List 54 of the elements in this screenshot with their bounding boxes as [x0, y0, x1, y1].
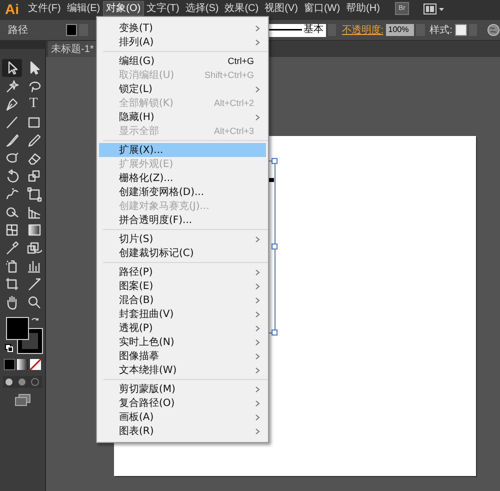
opacity-link[interactable]: 不透明度: — [342, 23, 384, 37]
menu-item[interactable]: 扩展(X)... — [99, 143, 266, 157]
workspace-layout-icon[interactable] — [422, 3, 445, 15]
fill-swatch[interactable] — [66, 24, 78, 36]
default-colors-icon[interactable] — [4, 344, 12, 352]
selection-tool-icon[interactable] — [2, 59, 22, 77]
menu-item[interactable]: 创建渐变网格(D)... — [99, 185, 266, 199]
menu-item[interactable]: 排列(A) — [99, 35, 266, 49]
document-tab[interactable]: 未标题-1* — [48, 41, 97, 57]
menu-bar-item[interactable]: 对象(O) — [103, 1, 144, 16]
menu-item[interactable]: 隐藏(H) — [99, 110, 266, 124]
menu-item[interactable]: 图案(E) — [99, 279, 266, 293]
menu-bar-item[interactable]: 选择(S) — [182, 1, 222, 16]
menu-item[interactable]: 画板(A) — [99, 410, 266, 424]
menu-bar-item[interactable]: 文字(T) — [144, 1, 182, 16]
globe-icon[interactable] — [486, 23, 500, 37]
menu-item[interactable]: 实时上色(N) — [99, 335, 266, 349]
menu-item[interactable]: 图像描摹 — [99, 349, 266, 363]
app-logo: Ai — [5, 1, 19, 17]
menu-item[interactable]: 变换(T) — [99, 21, 266, 35]
object-type-label: 路径 — [8, 24, 28, 37]
menu-item[interactable]: 文本绕排(W) — [99, 363, 266, 377]
menu-item[interactable]: 创建裁切标记(C) — [99, 246, 266, 260]
opacity-field[interactable]: 100% — [386, 24, 414, 36]
menu-bar-item[interactable]: 编辑(E) — [64, 1, 104, 16]
menu-item[interactable]: 图表(R) — [99, 424, 266, 438]
menu-bar-item[interactable]: 效果(C) — [222, 1, 262, 16]
menu-item[interactable]: 路径(P) — [99, 265, 266, 279]
stroke-color-swatch[interactable] — [18, 329, 42, 353]
menu-bar-item[interactable]: 窗口(W) — [300, 1, 344, 16]
menu-item[interactable]: 封套扭曲(V) — [99, 307, 266, 321]
menu-item[interactable]: 锁定(L) — [99, 82, 266, 96]
draw-inside-icon[interactable] — [30, 377, 41, 387]
menu-item[interactable]: 剪切蒙版(M) — [99, 382, 266, 396]
color-mode-icon[interactable] — [4, 359, 15, 370]
draw-normal-icon[interactable] — [4, 377, 15, 387]
style-swatch[interactable] — [455, 24, 467, 36]
menu-item[interactable]: 切片(S) — [99, 232, 266, 246]
menu-item[interactable]: 复合路径(O) — [99, 396, 266, 410]
menu-item[interactable]: 混合(B) — [99, 293, 266, 307]
menu-bar-item[interactable]: 帮助(H) — [343, 1, 383, 16]
menu-bar-item[interactable]: 文件(F) — [25, 1, 64, 16]
menu-bar-item[interactable]: 视图(V) — [262, 1, 301, 16]
style-label: 样式: — [430, 24, 452, 37]
gradient-mode-icon[interactable] — [17, 359, 28, 370]
menu-item[interactable]: 透视(P) — [99, 321, 266, 335]
menu-item[interactable]: 编组(G) Ctrl+G — [99, 54, 266, 68]
menu-item[interactable]: 拼合透明度(F)... — [99, 213, 266, 227]
type-tool-icon[interactable]: T — [24, 95, 44, 113]
none-mode-icon[interactable] — [30, 359, 41, 370]
screen-mode-icon[interactable] — [14, 394, 30, 406]
draw-behind-icon[interactable] — [17, 377, 28, 387]
menu-item[interactable]: 栅格化(Z)... — [99, 171, 266, 185]
fill-color-swatch[interactable] — [6, 317, 28, 340]
